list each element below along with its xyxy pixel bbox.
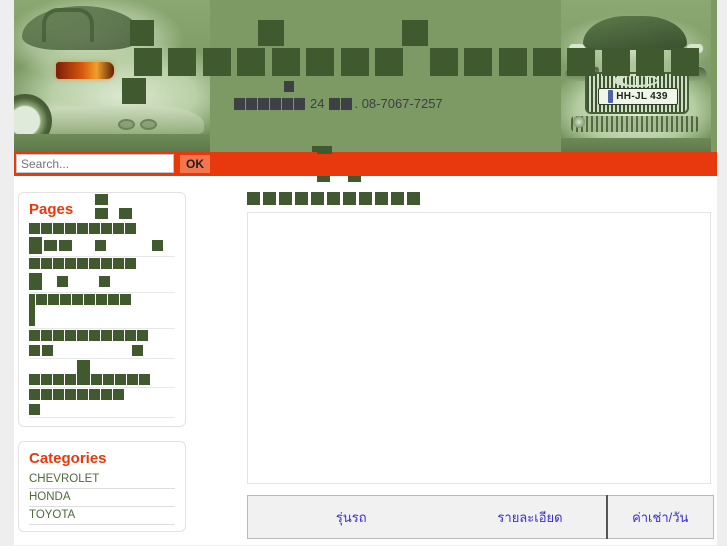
car-exhaust-pipe-1 [118, 119, 135, 130]
content-box [247, 212, 711, 484]
car-photo-right: HH-JL 439 [561, 0, 711, 152]
header-tagline: 24 . 08-7067-7257 [234, 96, 443, 111]
title-overlap-block-top [317, 146, 332, 154]
redacted-line [29, 330, 175, 341]
car-ground-shadow-left [14, 134, 210, 152]
header-redacted-block-group-a [130, 20, 154, 46]
banner-text-area: 24 . 08-7067-7257 [122, 0, 699, 152]
table-header-rate-per-day[interactable]: ค่าเช่า/วัน [605, 495, 714, 539]
redacted-line [29, 404, 175, 415]
table-header-car-model[interactable]: รุ่นรถ [248, 496, 455, 539]
header-redacted-block-group-c [284, 78, 294, 96]
table-header-details[interactable]: รายละเอียด [455, 496, 607, 539]
sidebar-item-chevrolet[interactable]: CHEVROLET [29, 471, 175, 489]
pages-widget: Pages [18, 192, 186, 427]
categories-widget-title: Categories [29, 450, 107, 467]
car-ground-shadow-right [561, 138, 711, 152]
list-item[interactable] [29, 388, 175, 418]
search-ok-button[interactable]: OK [180, 155, 210, 173]
header-redacted-block-group-b [122, 78, 146, 104]
redacted-line [29, 360, 175, 385]
list-item[interactable] [29, 194, 175, 257]
plate-eu-band [608, 90, 614, 103]
redacted-line [29, 194, 175, 234]
license-plate: HH-JL 439 [598, 88, 678, 105]
search-input[interactable] [16, 154, 174, 173]
rental-rate-table: รุ่นรถ รายละเอียด ค่าเช่า/วัน [247, 495, 714, 539]
search-bar: OK [14, 146, 717, 182]
site-header-banner: HH-JL 439 24 . 08-7067-7257 [14, 0, 717, 152]
categories-widget: Categories CHEVROLET HONDA TOYOTA [18, 441, 186, 532]
tagline-phone: . 08-7067-7257 [354, 96, 443, 111]
main-column: รุ่นรถ รายละเอียด ค่าเช่า/วัน [202, 176, 714, 539]
list-item[interactable] [29, 293, 175, 329]
header-redacted-title-upper [258, 20, 429, 46]
car-rollbar-left [42, 8, 94, 42]
list-item[interactable] [29, 257, 175, 293]
list-item[interactable] [29, 329, 175, 359]
sidebar-item-honda[interactable]: HONDA [29, 489, 175, 507]
car-lower-grille [571, 116, 699, 132]
content-area: Pages Categories CHEVROLET HONDA TOYOTA … [14, 176, 717, 545]
table-header-row: รุ่นรถ รายละเอียด ค่าเช่า/วัน [248, 495, 714, 539]
car-fog-lamp [573, 116, 585, 128]
redacted-line [29, 273, 175, 290]
redacted-line [29, 294, 175, 326]
sidebar-item-toyota[interactable]: TOYOTA [29, 507, 175, 525]
plate-text: HH-JL 439 [616, 91, 668, 102]
redacted-line [29, 258, 175, 269]
header-redacted-title-main [134, 48, 699, 76]
redacted-line [29, 345, 175, 356]
car-exhaust-pipe-2 [140, 119, 157, 130]
redacted-line [29, 389, 175, 400]
sidebar: Pages Categories CHEVROLET HONDA TOYOTA [18, 192, 186, 546]
car-photo-left [14, 0, 210, 152]
page-title [202, 176, 713, 208]
list-item[interactable] [29, 359, 175, 388]
tagline-number: 24 [310, 96, 325, 111]
car-taillight-left [56, 62, 114, 79]
page-wrapper: HH-JL 439 24 . 08-7067-7257 Search... OK… [14, 0, 717, 545]
redacted-line [29, 237, 175, 254]
